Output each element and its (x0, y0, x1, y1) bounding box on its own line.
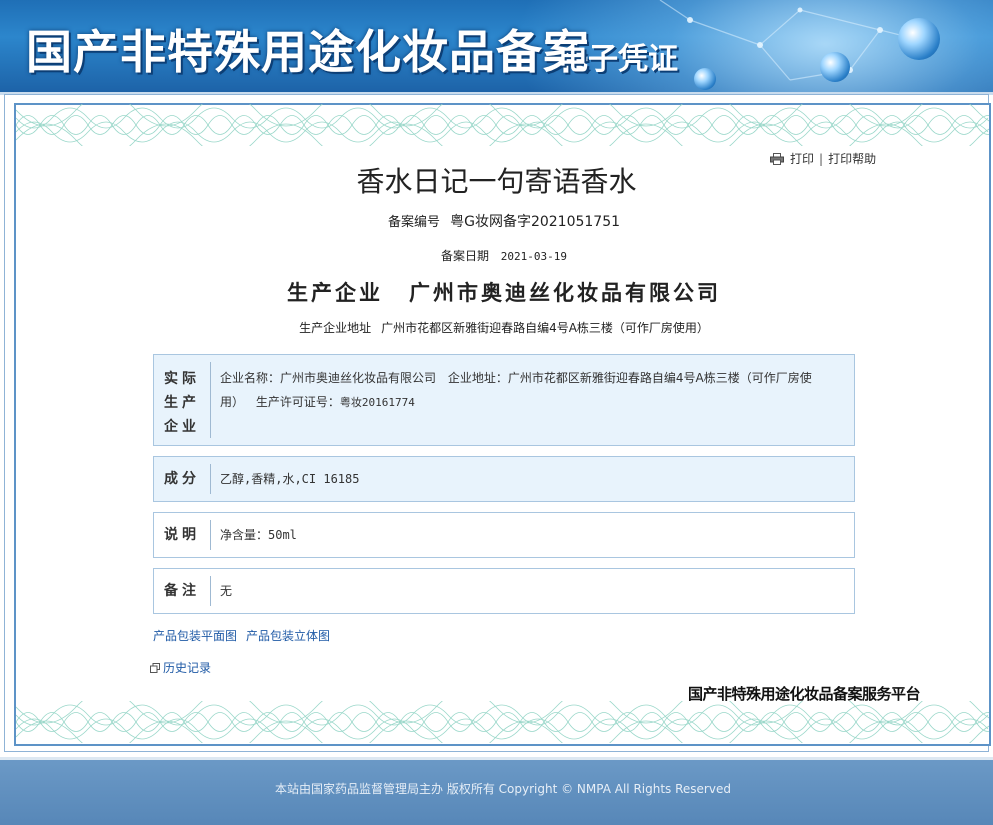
guilloche-border-bottom (16, 701, 989, 743)
producer-address-value: 广州市花都区新雅街迎春路自编4号A栋三楼（可作厂房使用） (381, 321, 709, 335)
actual-manufacturer-content: 企业名称：广州市奥迪丝化妆品有限公司 企业地址：广州市花都区新雅街迎春路自编4号… (220, 366, 816, 415)
label-line: 企业 (164, 419, 200, 435)
remarks-label: 备注 (164, 583, 200, 599)
footer: 本站由国家药品监督管理局主办 版权所有 Copyright © NMPA All… (0, 760, 993, 825)
license-label: 生产许可证号： (255, 395, 340, 409)
ingredients-value: 乙醇,香精,水,CI 16185 (220, 472, 360, 486)
banner-sphere-large (898, 18, 940, 60)
ingredients-label: 成分 (164, 471, 200, 487)
box-divider (210, 362, 211, 438)
description-label: 说明 (164, 527, 200, 543)
box-divider (210, 464, 211, 494)
producer-address-row: 生产企业地址 广州市花都区新雅街迎春路自编4号A栋三楼（可作厂房使用） (0, 319, 993, 336)
history-link-label[interactable]: 历史记录 (163, 661, 211, 675)
header-banner: 国产非特殊用途化妆品备案 电子凭证 (0, 0, 993, 92)
box-divider (210, 520, 211, 550)
remarks-box: 备注 无 (153, 568, 855, 614)
banner-sphere-medium (820, 52, 850, 82)
product-name: 香水日记一句寄语香水 (356, 165, 637, 198)
package-3d-link[interactable]: 产品包装立体图 (246, 629, 330, 643)
actual-manufacturer-label: 实际 生产 企业 (154, 367, 210, 439)
box-divider (210, 576, 211, 606)
platform-name: 国产非特殊用途化妆品备案服务平台 (688, 685, 921, 703)
package-flat-link[interactable]: 产品包装平面图 (153, 629, 237, 643)
registration-number-value: 粤G妆网备字2021051751 (450, 214, 621, 230)
description-box: 说明 净含量：50ml (153, 512, 855, 558)
license-value: 粤妆20161774 (339, 396, 415, 409)
history-link[interactable]: 历史记录 (150, 659, 211, 676)
window-restore-icon (150, 663, 160, 673)
label-line: 实际 (164, 371, 200, 387)
package-links: 产品包装平面图 产品包装立体图 (153, 627, 339, 644)
banner-subtitle: 电子凭证 (558, 42, 678, 77)
producer-label: 生产企业 (287, 280, 383, 305)
company-name-label: 企业名称： (220, 371, 281, 385)
producer-address-label: 生产企业地址 (299, 321, 372, 335)
company-address-label: 企业地址： (447, 371, 508, 385)
banner-sphere-small (694, 68, 716, 90)
company-name-value: 广州市奥迪丝化妆品有限公司 (280, 371, 437, 385)
description-value: 净含量：50ml (220, 528, 297, 542)
registration-date-label: 备案日期 (440, 249, 489, 263)
actual-manufacturer-box: 实际 生产 企业 企业名称：广州市奥迪丝化妆品有限公司 企业地址：广州市花都区新… (153, 354, 855, 446)
banner-title: 国产非特殊用途化妆品备案 (26, 25, 590, 79)
label-line: 生产 (164, 395, 200, 411)
registration-date-row: 备案日期 2021-03-19 (0, 247, 993, 264)
registration-number-label: 备案编号 (387, 215, 440, 230)
guilloche-border-top (16, 104, 989, 146)
producer-row: 生产企业 广州市奥迪丝化妆品有限公司 (0, 277, 993, 307)
registration-date-value: 2021-03-19 (500, 250, 568, 263)
footer-copyright: 本站由国家药品监督管理局主办 版权所有 Copyright © NMPA All… (275, 782, 731, 796)
remarks-value: 无 (220, 584, 233, 598)
producer-name: 广州市奥迪丝化妆品有限公司 (409, 280, 721, 305)
registration-number-row: 备案编号 粤G妆网备字2021051751 (0, 211, 993, 231)
ingredients-box: 成分 乙醇,香精,水,CI 16185 (153, 456, 855, 502)
